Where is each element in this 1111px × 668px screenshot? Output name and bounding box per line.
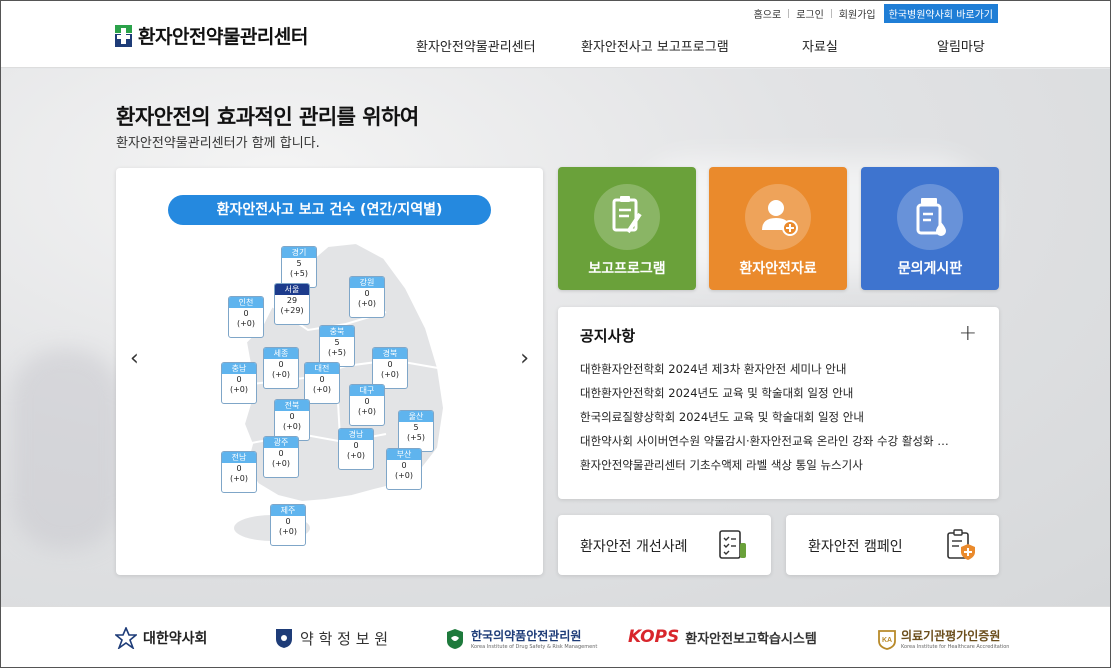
region-daegu[interactable]: 대구 0 (+0) xyxy=(349,384,385,426)
checklist-icon xyxy=(719,530,746,559)
region-jeonnam[interactable]: 전남 0 (+0) xyxy=(221,451,257,493)
divider xyxy=(788,9,790,18)
region-daejeon[interactable]: 대전 0 (+0) xyxy=(304,362,340,404)
partner-kpa[interactable]: 대한약사회 xyxy=(115,627,207,649)
koiha-emblem-icon: KA xyxy=(878,629,896,650)
notice-item[interactable]: 대한약사회 사이버연수원 약물감시·환자안전교육 온라인 강좌 수강 활성화 … xyxy=(580,434,975,458)
tile-safety-resources[interactable]: 환자안전자료 xyxy=(709,167,847,290)
svg-text:KA: KA xyxy=(882,637,892,644)
cross-logo-icon xyxy=(115,24,132,47)
tile-label: 보고프로그램 xyxy=(588,261,666,277)
region-seoul[interactable]: 서울 29 (+29) xyxy=(274,283,310,325)
tile-label: 문의게시판 xyxy=(897,261,963,277)
nav-resources[interactable]: 자료실 xyxy=(802,36,838,55)
kpa-emblem-icon xyxy=(115,627,137,649)
partner-footer: 대한약사회 약 학 정 보 원 한국의약품안전관리원 Korea Institu… xyxy=(1,606,1110,667)
notice-item[interactable]: 환자안전약물관리센터 기초수액제 라벨 색상 통일 뉴스기사 xyxy=(580,458,975,482)
notice-item[interactable]: 대한환자안전학회 2024년 제3차 환자안전 세미나 안내 xyxy=(580,362,975,386)
region-gwangju[interactable]: 광주 0 (+0) xyxy=(263,436,299,478)
partner-kpic[interactable]: 약 학 정 보 원 xyxy=(274,627,388,649)
page-frame: 환자안전약물관리센터 홈으로 로그인 회원가입 한국병원약사회 바로가기 환자안… xyxy=(0,0,1111,668)
hospital-pharmacy-button[interactable]: 한국병원약사회 바로가기 xyxy=(883,4,998,23)
safety-campaign-button[interactable]: 환자안전 캠페인 xyxy=(786,515,999,575)
region-gyeongbuk[interactable]: 경북 0 (+0) xyxy=(372,347,408,389)
notice-list: 대한환자안전학회 2024년 제3차 환자안전 세미나 안내 대한환자안전학회 … xyxy=(580,362,975,482)
region-ulsan[interactable]: 울산 5 (+5) xyxy=(398,410,434,452)
kids-emblem-icon xyxy=(447,628,463,649)
nav-notices[interactable]: 알림마당 xyxy=(937,36,985,55)
kpic-shield-icon xyxy=(276,629,292,648)
tile-label: 환자안전자료 xyxy=(739,261,817,277)
nav-center[interactable]: 환자안전약물관리센터 xyxy=(416,36,536,55)
site-logo[interactable]: 환자안전약물관리센터 xyxy=(115,22,308,49)
partner-kops[interactable]: KOPS 환자안전보고학습시스템 xyxy=(628,627,817,647)
hero-subtitle: 환자안전약물관리센터가 함께 합니다. xyxy=(116,136,320,151)
notice-title: 공지사항 xyxy=(580,327,636,345)
quick-label: 환자안전 캠페인 xyxy=(808,539,903,555)
tile-report-program[interactable]: 보고프로그램 xyxy=(558,167,696,290)
region-chungbuk[interactable]: 충북 5 (+5) xyxy=(319,325,355,367)
user-plus-icon xyxy=(745,184,811,250)
partner-kids[interactable]: 한국의약품안전관리원 Korea Institute of Drug Safet… xyxy=(444,627,597,650)
notice-item[interactable]: 한국의료질향상학회 2024년도 교육 및 학술대회 일정 안내 xyxy=(580,410,975,434)
regional-report-card: 환자안전사고 보고 건수 (연간/지역별) ‹ › 경기 5 (+5) 서울 29 (+… xyxy=(116,168,543,575)
more-plus-icon[interactable]: + xyxy=(959,321,977,346)
divider xyxy=(830,9,832,18)
region-gyeongnam[interactable]: 경남 0 (+0) xyxy=(338,428,374,470)
nav-report-program[interactable]: 환자안전사고 보고프로그램 xyxy=(581,36,729,55)
improvement-cases-button[interactable]: 환자안전 개선사례 xyxy=(558,515,771,575)
notice-item[interactable]: 대한환자안전학회 2024년도 교육 및 학술대회 일정 안내 xyxy=(580,386,975,410)
prev-arrow-icon[interactable]: ‹ xyxy=(130,346,139,371)
logo-text: 환자안전약물관리센터 xyxy=(138,26,308,48)
partner-koiha[interactable]: KA 의료기관평가인증원 Korea Institute for Healthc… xyxy=(877,627,1009,650)
region-jeju[interactable]: 제주 0 (+0) xyxy=(270,504,306,546)
region-gyeonggi[interactable]: 경기 5 (+5) xyxy=(281,246,317,288)
utility-links: 홈으로 로그인 회원가입 한국병원약사회 바로가기 xyxy=(754,4,998,23)
next-arrow-icon[interactable]: › xyxy=(520,346,529,371)
clipboard-pen-icon xyxy=(594,184,660,250)
notice-board: 공지사항 + 대한환자안전학회 2024년 제3차 환자안전 세미나 안내 대한… xyxy=(558,307,999,499)
site-header: 환자안전약물관리센터 홈으로 로그인 회원가입 한국병원약사회 바로가기 환자안… xyxy=(1,1,1110,68)
region-sejong[interactable]: 세종 0 (+0) xyxy=(263,347,299,389)
report-count-title: 환자안전사고 보고 건수 (연간/지역별) xyxy=(168,195,491,225)
medicine-bottle-icon xyxy=(897,184,963,250)
region-incheon[interactable]: 인천 0 (+0) xyxy=(228,296,264,338)
kops-logo: KOPS xyxy=(628,627,680,647)
clipboard-shield-icon xyxy=(947,529,975,560)
hero-title: 환자안전의 효과적인 관리를 위하여 xyxy=(116,105,419,129)
region-gangwon[interactable]: 강원 0 (+0) xyxy=(349,276,385,318)
signup-link[interactable]: 회원가입 xyxy=(839,6,876,21)
login-link[interactable]: 로그인 xyxy=(796,6,824,21)
region-jeonbuk[interactable]: 전북 0 (+0) xyxy=(274,399,310,441)
region-chungnam[interactable]: 충남 0 (+0) xyxy=(221,362,257,404)
quick-label: 환자안전 개선사례 xyxy=(580,539,688,555)
tile-inquiry-board[interactable]: 문의게시판 xyxy=(861,167,999,290)
region-busan[interactable]: 부산 0 (+0) xyxy=(386,448,422,490)
home-link[interactable]: 홈으로 xyxy=(754,6,782,21)
